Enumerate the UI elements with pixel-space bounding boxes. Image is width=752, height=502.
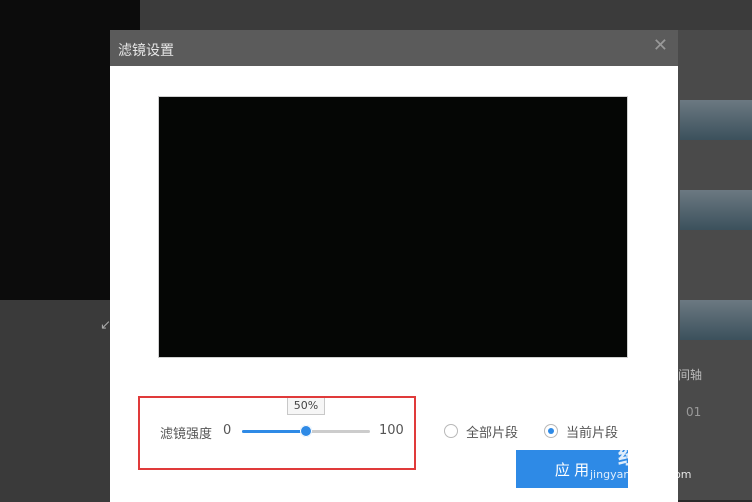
filter-settings-dialog: 滤镜设置 ✕ 滤镜强度 0 50% 100 全部片段 当前片段 应 用 [110,30,678,502]
background-thumbnail [680,300,752,340]
highlight-box [138,396,416,470]
close-icon[interactable]: ✕ [653,36,668,56]
background-top-bar [140,0,752,30]
radio-button[interactable] [444,424,458,438]
radio-all-segments[interactable]: 全部片段 [444,422,519,441]
radio-all-label: 全部片段 [466,425,519,441]
watermark-url: jingyan.baidu.com [590,468,692,481]
filter-preview [158,96,628,358]
baidu-jingyan-watermark: 经验 jingyan.baidu.com [570,434,750,494]
watermark-brand: 经验 [618,445,663,470]
background-thumbnail [680,100,752,140]
radio-button-selected[interactable] [544,424,558,438]
background-thumbnail [680,190,752,230]
background-time-label: 01 [686,405,702,419]
background-timeline-label: 间轴 [678,368,703,382]
dialog-title: 滤镜设置 [118,43,174,59]
